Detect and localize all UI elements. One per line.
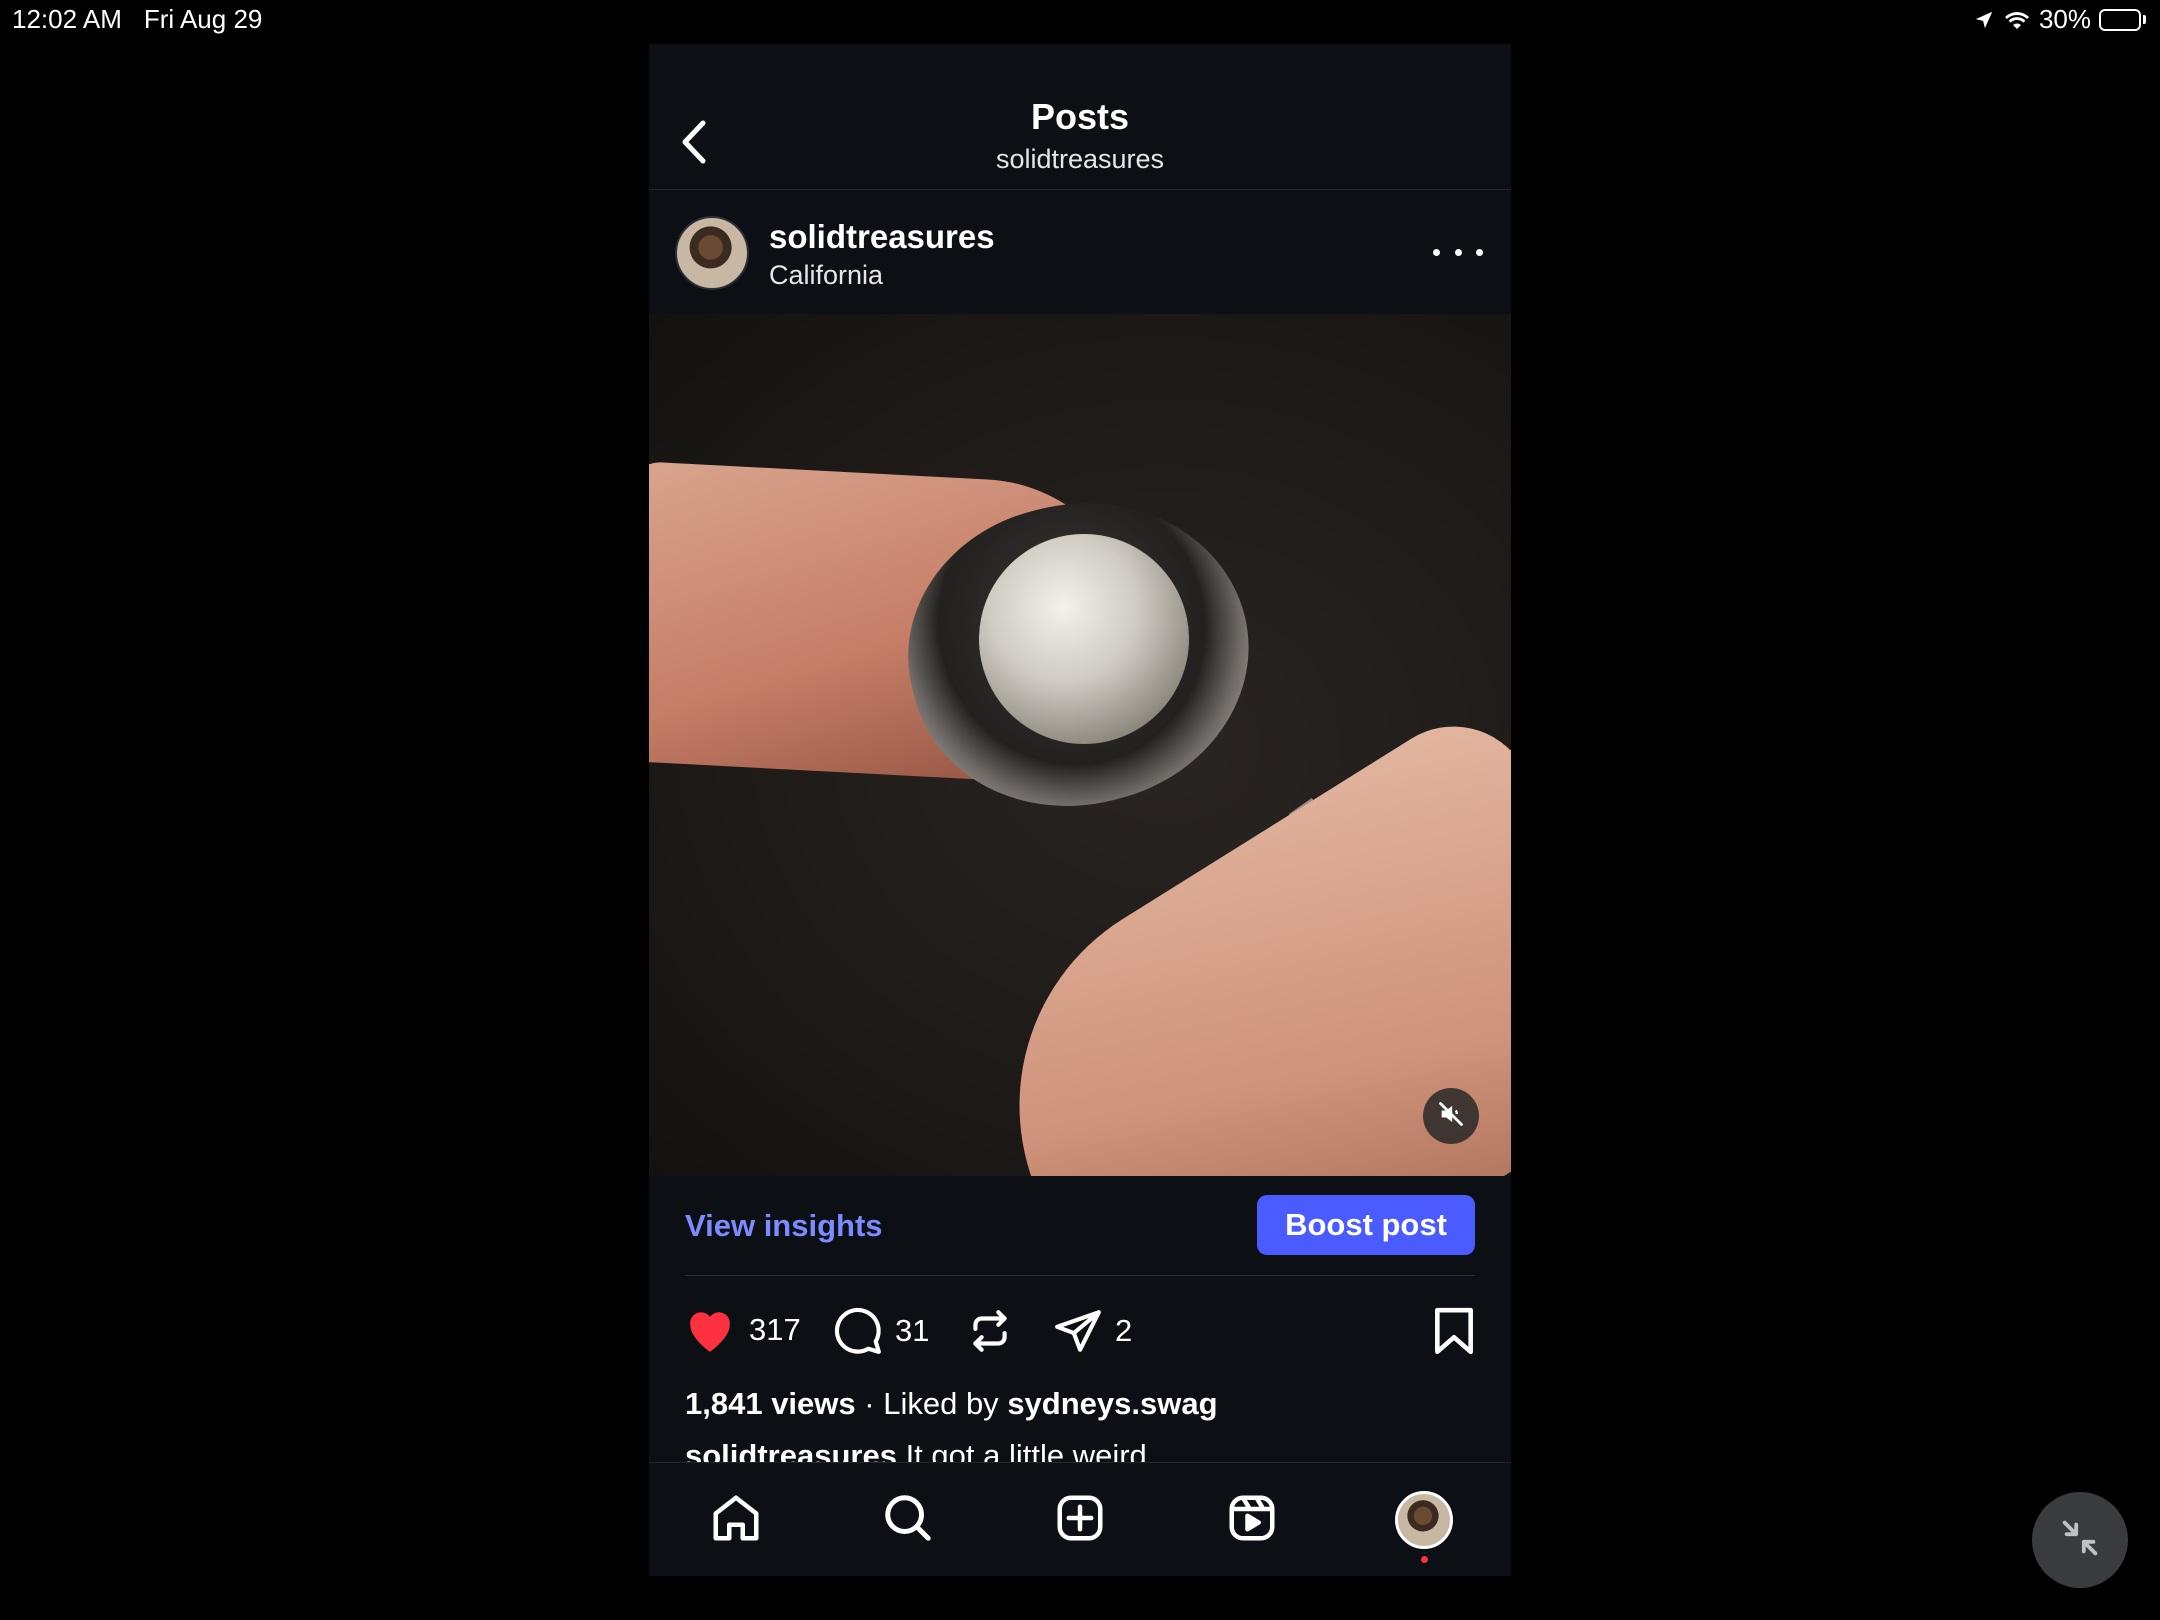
nav-search[interactable] — [877, 1489, 939, 1551]
action-bar: 317 31 2 — [649, 1276, 1511, 1386]
search-icon — [881, 1491, 935, 1550]
wifi-icon — [2003, 9, 2031, 31]
nav-home[interactable] — [705, 1489, 767, 1551]
liked-by-prefix: Liked by — [883, 1386, 999, 1421]
more-options-button[interactable] — [1433, 242, 1483, 262]
post-header: solidtreasures California — [649, 190, 1511, 314]
plus-square-icon — [1053, 1491, 1107, 1550]
bookmark-icon — [1431, 1306, 1477, 1356]
liked-by-user[interactable]: sydneys.swag — [1007, 1386, 1217, 1421]
more-dot — [1433, 248, 1440, 256]
save-button[interactable] — [1431, 1306, 1477, 1356]
reels-icon — [1225, 1491, 1279, 1550]
separator-dot: · — [864, 1386, 875, 1421]
battery-percent: 30% — [2038, 4, 2091, 34]
post-media[interactable] — [649, 314, 1511, 1176]
media-pearl — [979, 534, 1189, 744]
muted-speaker-icon — [1437, 1100, 1465, 1133]
views-liked-line: 1,841 views · Liked by sydneys.swag — [685, 1386, 1218, 1422]
status-bar-right: 30% — [1973, 4, 2146, 35]
more-dot — [1454, 248, 1462, 256]
status-date: Fri Aug 29 — [143, 4, 263, 34]
location-arrow-icon — [1973, 9, 1995, 31]
comment-button[interactable]: 31 — [833, 1306, 929, 1356]
post-username[interactable]: solidtreasures — [769, 218, 995, 256]
caption-text: It got a little weird — [905, 1438, 1147, 1462]
page-title: Posts — [1030, 96, 1130, 137]
insights-row: View insights Boost post — [685, 1176, 1475, 1276]
paper-plane-icon — [1053, 1306, 1103, 1356]
like-button[interactable]: 317 — [683, 1306, 801, 1354]
minimize-window-button[interactable] — [2032, 1492, 2128, 1588]
notification-dot — [1421, 1556, 1428, 1563]
share-button[interactable]: 2 — [1053, 1306, 1132, 1356]
boost-post-button[interactable]: Boost post — [1257, 1195, 1475, 1255]
more-dot — [1476, 248, 1483, 256]
battery-icon — [2099, 8, 2146, 31]
home-icon — [709, 1491, 763, 1550]
collapse-arrows-icon — [2057, 1515, 2103, 1566]
like-count: 317 — [749, 1312, 801, 1347]
status-time: 12:02 AM — [12, 4, 122, 34]
caption: solidtreasures It got a little weird — [685, 1438, 1147, 1462]
post-location[interactable]: California — [769, 260, 883, 291]
status-bar-left: 12:02 AM Fri Aug 29 — [12, 4, 262, 35]
repost-button[interactable] — [965, 1306, 1015, 1356]
caption-username[interactable]: solidtreasures — [685, 1438, 897, 1462]
screen: 12:02 AM Fri Aug 29 30% Posts solidtreas… — [0, 0, 2160, 1620]
repost-icon — [965, 1306, 1015, 1356]
nav-profile[interactable] — [1393, 1489, 1455, 1563]
mute-toggle-button[interactable] — [1423, 1088, 1479, 1144]
avatar[interactable] — [675, 216, 749, 290]
nav-reels[interactable] — [1221, 1489, 1283, 1551]
nav-create[interactable] — [1049, 1489, 1111, 1551]
view-insights-link[interactable]: View insights — [685, 1208, 883, 1244]
comment-bubble-icon — [833, 1306, 883, 1356]
bottom-nav — [649, 1462, 1511, 1576]
instagram-app: Posts solidtreasures solidtreasures Cali… — [649, 44, 1511, 1576]
comment-count: 31 — [895, 1313, 930, 1348]
top-bar: Posts solidtreasures — [649, 44, 1511, 190]
profile-avatar — [1395, 1491, 1453, 1549]
heart-filled-icon — [683, 1306, 737, 1354]
page-subtitle: solidtreasures — [995, 144, 1165, 174]
share-count: 2 — [1115, 1313, 1133, 1348]
view-count[interactable]: 1,841 views — [685, 1386, 856, 1421]
